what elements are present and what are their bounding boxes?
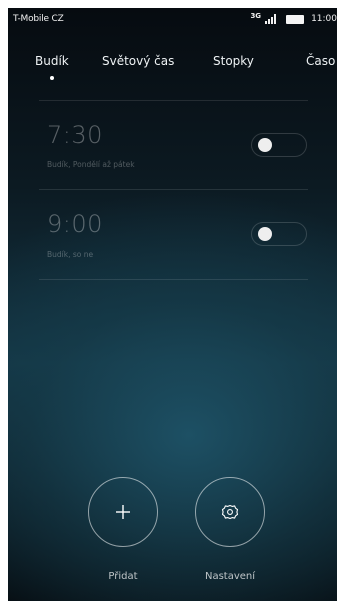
network-type: 3G <box>250 12 262 20</box>
alarm-time: 9:00 <box>47 210 103 238</box>
status-indicators: 3G 11:00 <box>250 12 337 26</box>
tab-bar: Budík Světový čas Stopky Časo <box>8 54 337 84</box>
status-bar: T-Mobile CZ 3G 11:00 <box>8 8 337 30</box>
tab-timer[interactable]: Časo <box>306 54 335 68</box>
alarm-toggle[interactable] <box>251 222 307 246</box>
clock-app-screen: T-Mobile CZ 3G 11:00 Budík Světový čas S… <box>8 8 337 601</box>
settings-label: Nastavení <box>204 571 256 582</box>
alarm-item[interactable]: 7:30 Budík, Pondělí až pátek <box>39 101 308 189</box>
alarm-item[interactable]: 9:00 Budík, so ne <box>39 190 308 278</box>
gear-icon <box>221 504 239 520</box>
alarm-description: Budík, so ne <box>47 250 94 259</box>
toggle-knob <box>258 138 272 152</box>
settings-button[interactable] <box>195 477 265 547</box>
signal-icon <box>265 14 277 24</box>
battery-icon <box>286 14 305 24</box>
alarm-description: Budík, Pondělí až pátek <box>47 160 135 169</box>
status-time: 11:00 <box>311 14 337 24</box>
plus-icon <box>116 505 130 519</box>
add-alarm-label: Přidat <box>108 571 138 582</box>
tab-alarm[interactable]: Budík <box>35 54 69 68</box>
add-alarm-button[interactable] <box>88 477 158 547</box>
tab-world-clock[interactable]: Světový čas <box>102 54 174 68</box>
toggle-knob <box>258 227 272 241</box>
carrier-name: T-Mobile CZ <box>13 14 64 24</box>
alarm-time: 7:30 <box>47 121 103 149</box>
divider <box>39 279 308 280</box>
alarm-toggle[interactable] <box>251 133 307 157</box>
active-tab-indicator <box>50 76 54 80</box>
tab-stopwatch[interactable]: Stopky <box>213 54 254 68</box>
